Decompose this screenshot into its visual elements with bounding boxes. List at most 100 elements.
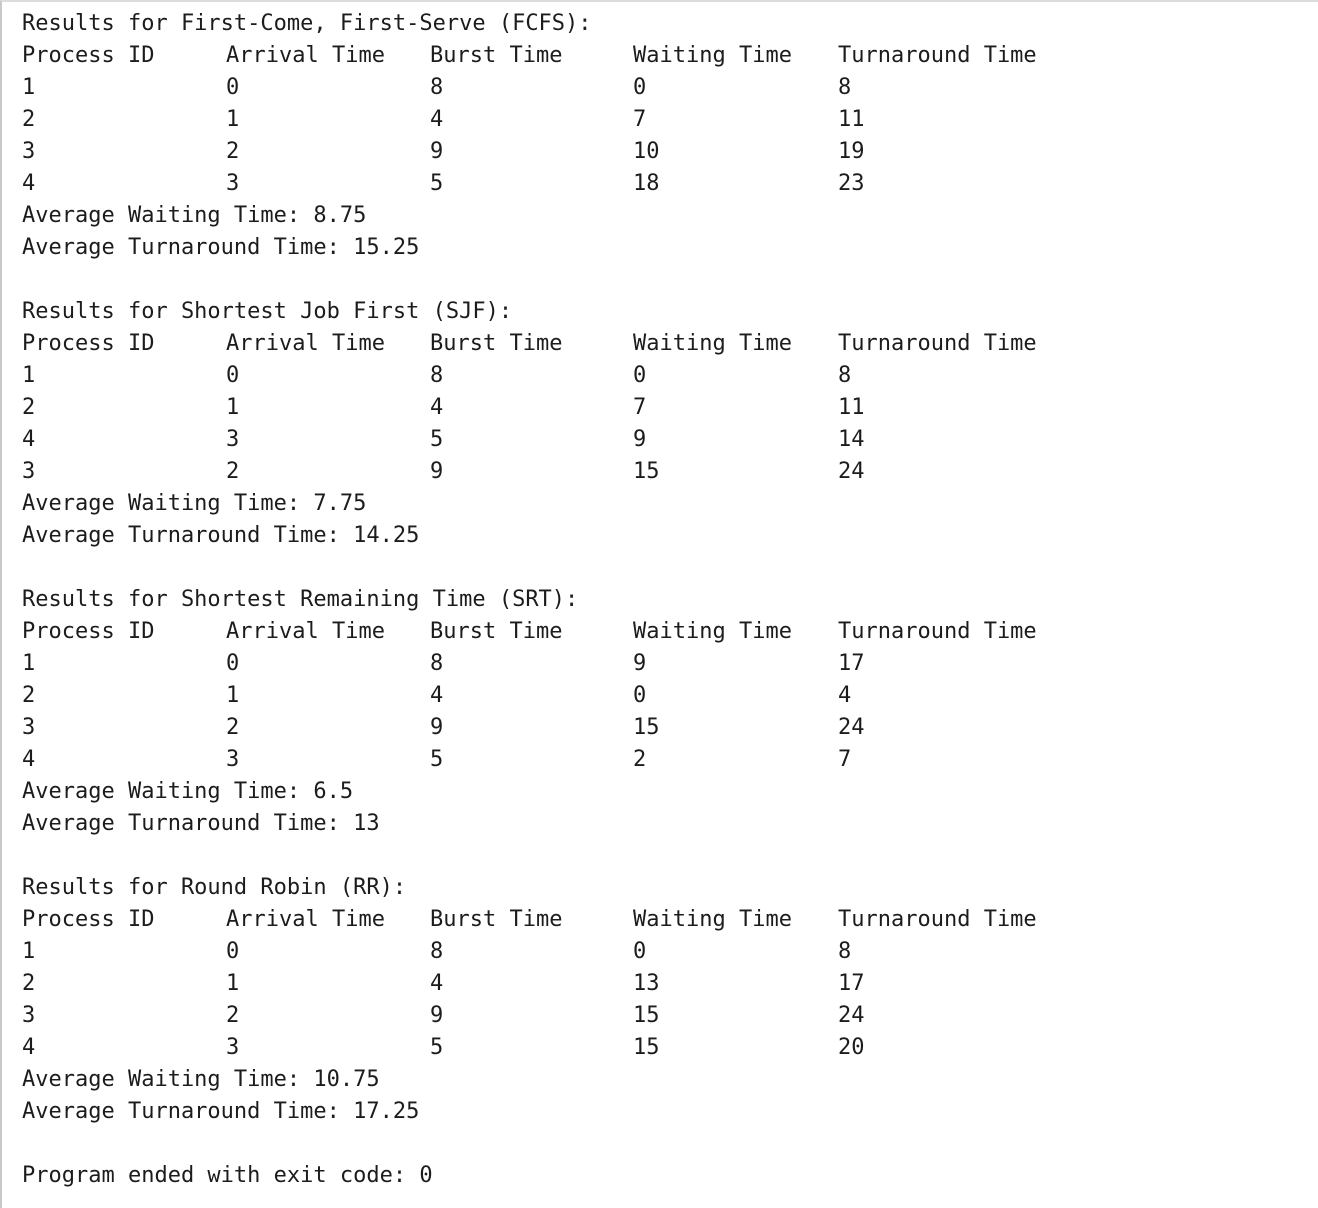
- table-cell: 24: [838, 715, 865, 740]
- table-cell: 7: [633, 107, 647, 132]
- table-row: 3 2 9 15 24: [22, 1000, 1318, 1032]
- table-cell: 2: [226, 1003, 240, 1028]
- table-cell: 4: [22, 1035, 36, 1060]
- table-row: 1 0 8 9 17: [22, 648, 1318, 680]
- table-row: 4 3 5 9 14: [22, 424, 1318, 456]
- table-cell: 9: [430, 715, 444, 740]
- table-cell: 19: [838, 139, 865, 164]
- average-turnaround-time: Average Turnaround Time: 13: [22, 811, 380, 836]
- table-cell: 2: [22, 107, 36, 132]
- table-cell: 0: [226, 75, 240, 100]
- table-cell: 7: [838, 747, 852, 772]
- table-cell: 0: [226, 651, 240, 676]
- average-waiting-time: Average Waiting Time: 10.75: [22, 1067, 380, 1092]
- average-turnaround-time: Average Turnaround Time: 15.25: [22, 235, 420, 260]
- table-cell: 0: [633, 683, 647, 708]
- table-cell: 3: [226, 747, 240, 772]
- table-cell: 9: [430, 459, 444, 484]
- table-cell: 2: [22, 683, 36, 708]
- table-cell: 23: [838, 171, 865, 196]
- table-cell: 5: [430, 427, 444, 452]
- average-waiting-time: Average Waiting Time: 7.75: [22, 491, 367, 516]
- table-cell: 24: [838, 459, 865, 484]
- table-cell: 18: [633, 171, 660, 196]
- column-header: Arrival Time: [226, 907, 385, 932]
- table-cell: 13: [633, 971, 660, 996]
- column-header: Waiting Time: [633, 619, 792, 644]
- table-cell: 2: [226, 139, 240, 164]
- table-cell: 15: [633, 1035, 660, 1060]
- column-header: Waiting Time: [633, 331, 792, 356]
- table-cell: 4: [430, 395, 444, 420]
- table-cell: 0: [633, 363, 647, 388]
- table-cell: 11: [838, 107, 865, 132]
- table-cell: 3: [22, 459, 36, 484]
- average-waiting-time: Average Waiting Time: 8.75: [22, 203, 367, 228]
- table-row: 3 2 9 10 19: [22, 136, 1318, 168]
- column-header: Burst Time: [430, 907, 563, 932]
- table-cell: 17: [838, 971, 865, 996]
- table-header-row: Process ID Arrival Time Burst Time Waiting …: [22, 904, 1318, 936]
- column-header: Turnaround Time: [838, 331, 1037, 356]
- column-header: Burst Time: [430, 619, 563, 644]
- table-cell: 2: [22, 971, 36, 996]
- section-title: Results for Round Robin (RR):: [22, 875, 407, 900]
- column-header: Process ID: [22, 619, 155, 644]
- section-title: Results for Shortest Job First (SJF):: [22, 299, 513, 324]
- console-output[interactable]: Results for First-Come, First-Serve (FCF…: [0, 0, 1318, 1208]
- average-turnaround-time: Average Turnaround Time: 14.25: [22, 523, 420, 548]
- table-cell: 20: [838, 1035, 865, 1060]
- table-cell: 5: [430, 747, 444, 772]
- results-section: Results for First-Come, First-Serve (FCF…: [22, 8, 1318, 264]
- table-cell: 0: [633, 75, 647, 100]
- section-title: Results for First-Come, First-Serve (FCF…: [22, 11, 592, 36]
- table-cell: 4: [430, 971, 444, 996]
- column-header: Arrival Time: [226, 619, 385, 644]
- table-cell: 0: [633, 939, 647, 964]
- table-cell: 3: [226, 1035, 240, 1060]
- column-header: Burst Time: [430, 331, 563, 356]
- table-cell: 0: [226, 939, 240, 964]
- column-header: Turnaround Time: [838, 907, 1037, 932]
- exit-message: Program ended with exit code: 0: [22, 1163, 433, 1188]
- column-header: Arrival Time: [226, 331, 385, 356]
- table-row: 1 0 8 0 8: [22, 360, 1318, 392]
- table-cell: 2: [22, 395, 36, 420]
- average-waiting-time: Average Waiting Time: 6.5: [22, 779, 354, 804]
- table-cell: 1: [22, 651, 36, 676]
- column-header: Process ID: [22, 907, 155, 932]
- table-cell: 5: [430, 1035, 444, 1060]
- table-row: 4 3 5 2 7: [22, 744, 1318, 776]
- table-cell: 9: [430, 139, 444, 164]
- table-cell: 1: [22, 363, 36, 388]
- table-cell: 11: [838, 395, 865, 420]
- table-cell: 8: [838, 75, 852, 100]
- table-cell: 8: [430, 363, 444, 388]
- table-cell: 8: [838, 939, 852, 964]
- table-cell: 9: [633, 651, 647, 676]
- table-row: 2 1 4 7 11: [22, 104, 1318, 136]
- table-row: 1 0 8 0 8: [22, 72, 1318, 104]
- table-cell: 3: [22, 715, 36, 740]
- table-cell: 3: [22, 139, 36, 164]
- table-cell: 24: [838, 1003, 865, 1028]
- table-cell: 1: [226, 971, 240, 996]
- table-cell: 8: [430, 651, 444, 676]
- table-cell: 4: [22, 427, 36, 452]
- table-cell: 0: [226, 363, 240, 388]
- table-cell: 8: [430, 939, 444, 964]
- table-row: 4 3 5 18 23: [22, 168, 1318, 200]
- column-header: Arrival Time: [226, 43, 385, 68]
- table-cell: 2: [633, 747, 647, 772]
- column-header: Turnaround Time: [838, 619, 1037, 644]
- table-row: 2 1 4 0 4: [22, 680, 1318, 712]
- table-cell: 15: [633, 715, 660, 740]
- table-row: 2 1 4 13 17: [22, 968, 1318, 1000]
- table-cell: 15: [633, 1003, 660, 1028]
- table-cell: 7: [633, 395, 647, 420]
- table-cell: 1: [226, 395, 240, 420]
- table-cell: 3: [226, 171, 240, 196]
